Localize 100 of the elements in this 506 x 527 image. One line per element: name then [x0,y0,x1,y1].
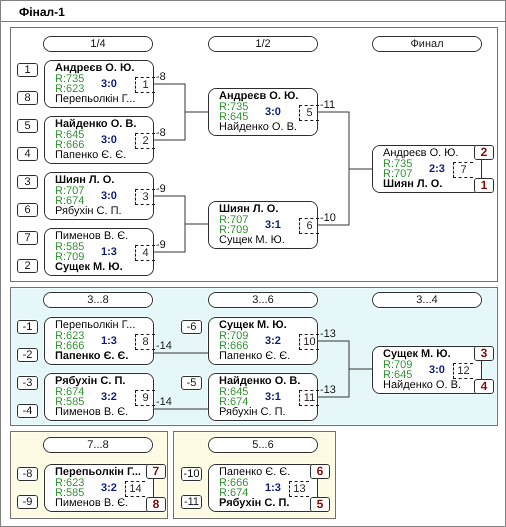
score-text: 3:2 [101,483,117,494]
place-badge: 8 [146,497,166,512]
player-name: Шиян Л. О. [55,175,114,186]
player-name: Рябухін С. П. [219,498,290,509]
rating-text: R:707 [55,186,84,196]
loser-destination: -13 [320,385,336,396]
score-text: 1:3 [265,483,281,494]
player-name: Папенко Є. Є. [55,150,126,161]
connector-line [154,352,208,354]
rating-text: R:709 [219,225,248,235]
match-number: 9 [135,390,155,406]
rating-text: R:666 [219,478,248,488]
place-badge: 1 [474,178,494,193]
connector-line [154,84,208,140]
round-header: 1/4 [43,36,153,52]
player-name: Перепьолкін Г... [55,320,136,331]
connector-line [154,408,208,410]
seed-label: -10 [181,467,202,481]
round-header: 3...4 [372,292,482,308]
score-text: 3:0 [101,135,117,146]
match-number: 6 [299,218,319,234]
rating-text: R:623 [55,331,84,341]
round-header: 7...8 [43,437,153,453]
seed-label: -6 [181,320,202,334]
seed-label: -11 [181,495,202,509]
player-name: Найденко О. В. [219,122,297,133]
place-badge: 7 [146,464,166,479]
seed-label: -1 [17,320,38,334]
seed-label: 2 [17,259,38,273]
match-number: 3 [135,189,155,205]
loser-destination: -10 [320,213,336,224]
score-text: 3:1 [265,220,281,231]
player-name: Рябухін С. П. [55,376,126,387]
rating-text: R:623 [55,478,84,488]
seed-label: -8 [17,467,38,481]
player-name: Шиян Л. О. [383,179,442,190]
place-badge: 6 [310,464,330,479]
player-name: Найденко О. В. [55,119,136,130]
score-text: 1:3 [101,336,117,347]
player-name: Папенко Є. Є. [55,351,128,362]
score-text: 2:3 [429,164,445,175]
match-number: 12 [453,363,473,379]
rating-text: R:735 [219,102,248,112]
match-number: 4 [135,245,155,261]
rating-text: R:674 [55,387,84,397]
player-name: Шиян Л. О. [219,204,278,215]
rating-text: R:674 [55,196,84,206]
player-name: Перепьолкін Г... [55,467,141,478]
match-number: 8 [135,334,155,350]
seed-label: -2 [17,348,38,362]
seed-label: 7 [17,231,38,245]
rating-text: R:674 [219,488,248,498]
loser-destination: -11 [320,100,336,111]
loser-destination: -8 [156,128,166,139]
score-text: 3:0 [101,79,117,90]
rating-text: R:735 [55,74,84,84]
match-number: 10 [299,334,319,350]
player-name: Папенко Є. Є. [219,467,290,478]
rating-text: R:707 [219,215,248,225]
seed-label: 4 [17,147,38,161]
match-number: 5 [299,105,319,121]
rating-text: R:645 [219,112,248,122]
rating-text: R:645 [219,387,248,397]
player-name: Пименов В. Є. [55,231,128,242]
connector-line [154,196,208,252]
seed-label: -9 [17,495,38,509]
seed-label: 1 [17,63,38,77]
loser-destination: -9 [156,184,166,195]
place-badge: 5 [310,497,330,512]
rating-text: R:709 [219,331,248,341]
match-number: 7 [453,162,473,178]
rating-text: R:666 [219,341,248,351]
player-name: Андреєв О. Ю. [55,63,134,74]
round-header: 1/2 [208,36,318,52]
place-badge: 2 [474,145,494,160]
rating-text: R:735 [383,159,412,169]
place-badge: 3 [474,346,494,361]
rating-text: R:623 [55,84,84,94]
player-name: Найденко О. В. [219,376,300,387]
score-text: 1:3 [101,247,117,258]
player-name: Сущек М. Ю. [383,349,451,360]
rating-text: R:645 [383,370,412,380]
place-badge: 4 [474,379,494,394]
loser-destination: -9 [156,240,166,251]
match-number: 14 [125,481,145,497]
score-text: 3:0 [101,191,117,202]
rating-text: R:585 [55,397,84,407]
score-text: 3:2 [265,336,281,347]
rating-text: R:674 [219,397,248,407]
round-header: 3...8 [43,292,153,308]
player-name: Сущек М. Ю. [219,320,287,331]
rating-text: R:707 [383,169,412,179]
player-name: Андреєв О. Ю. [219,91,298,102]
rating-text: R:585 [55,242,84,252]
player-name: Папенко Є. Є. [219,351,290,362]
match-number: 1 [135,77,155,93]
seed-label: -4 [17,404,38,418]
seed-label: -5 [181,376,202,390]
score-text: 3:1 [265,392,281,403]
seed-label: 3 [17,175,38,189]
